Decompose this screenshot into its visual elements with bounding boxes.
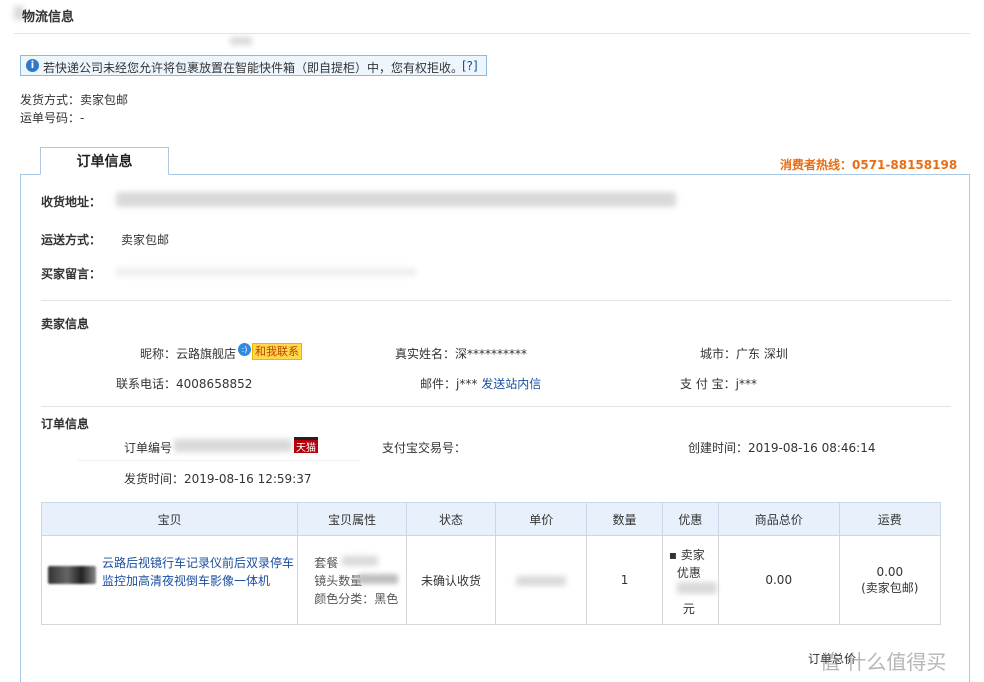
goods-table-header: 宝贝 宝贝属性 状态 单价 数量 优惠 商品总价 运费 (40, 502, 942, 536)
notice-box: i 若快递公司未经您允许将包裹放置在智能快件箱（即自提柜）中，您有权拒收。 [?… (20, 55, 487, 76)
goods-total-cell: 0.00 (717, 535, 840, 625)
created-value: 2019-08-16 08:46:14 (748, 441, 876, 455)
col-header-status: 状态 (405, 502, 497, 536)
unit-price-redaction (516, 576, 567, 586)
shipped-value: 2019-08-16 12:59:37 (184, 472, 312, 486)
waybill-value: - (80, 111, 85, 125)
created-time: 创建时间：2019-08-16 08:46:14 (688, 439, 875, 456)
seller-nickname: 昵称：云路旗舰店 (140, 345, 236, 362)
col-header-attributes: 宝贝属性 (297, 502, 407, 536)
quantity-cell: 1 (586, 535, 663, 625)
freight-cell: 0.00 (卖家包邮) (838, 535, 942, 625)
seller-realname: 真实姓名：深********** (395, 345, 527, 362)
address-label: 收货地址： (41, 195, 102, 209)
section-divider-1 (41, 300, 951, 301)
table-row: 云路后视镜行车记录仪前后双录停车监控加高清夜视倒车影像一体机 套餐 镜头数量 颜… (40, 535, 942, 625)
order-section-title: 订单信息 (41, 417, 90, 431)
attr-redaction-1 (342, 556, 379, 566)
attr-color: 颜色分类：黑色 (314, 592, 399, 606)
tmall-icon: 天猫 (294, 437, 318, 454)
shipping-label: 运送方式： (41, 233, 102, 247)
city-value: 广东 深圳 (736, 347, 788, 361)
freight-value: 0.00 (876, 564, 904, 579)
discount-line-3: 元 (682, 602, 695, 616)
col-header-unit-price: 单价 (495, 502, 588, 536)
info-icon: i (26, 59, 39, 72)
contact-seller-button[interactable]: 和我联系 (252, 343, 302, 360)
email-value: j*** (456, 377, 478, 391)
waybill-row: 运单号码：- (20, 109, 84, 126)
goods-table: 宝贝 宝贝属性 状态 单价 数量 优惠 商品总价 运费 云路后视镜行车记录仪前后… (40, 502, 942, 625)
notice-redaction (230, 37, 252, 45)
shipped-label: 发货时间： (124, 472, 185, 486)
seller-section-title: 卖家信息 (41, 317, 90, 331)
discount-redaction (676, 582, 717, 594)
unit-price-cell (495, 535, 588, 625)
col-header-goods-total: 商品总价 (717, 502, 840, 536)
realname-label: 真实姓名： (395, 347, 456, 361)
order-number-underline (78, 460, 360, 461)
ship-method-value: 卖家包邮 (80, 93, 129, 107)
phone-label: 联系电话： (116, 377, 177, 391)
discount-line-1: ▪ 卖家 (668, 548, 705, 562)
page-title: 物流信息 (22, 10, 75, 25)
buyer-message-redaction (116, 268, 416, 276)
alipay-label: 支 付 宝： (680, 377, 736, 391)
consumer-hotline: 消费者热线：0571-88158198 (780, 158, 958, 172)
product-thumbnail[interactable] (48, 566, 96, 584)
alipay-trade-label: 支付宝交易号： (382, 441, 467, 455)
discount-cell: ▪ 卖家 优惠 元 (661, 535, 719, 625)
created-label: 创建时间： (688, 441, 749, 455)
col-header-freight: 运费 (838, 502, 942, 536)
phone-value: 4008658852 (176, 377, 253, 391)
product-title-link[interactable]: 云路后视镜行车记录仪前后双录停车监控加高清夜视倒车影像一体机 (102, 554, 298, 590)
status-cell: 未确认收货 (405, 535, 497, 625)
order-number-label: 订单编号 (124, 441, 173, 455)
watermark: 值 什么值得买 (820, 650, 947, 674)
send-message-link[interactable]: 发送站内信 (481, 377, 541, 391)
wangwang-icon[interactable]: :) (238, 343, 251, 356)
seller-phone: 联系电话：4008658852 (116, 375, 252, 392)
shipping-value: 卖家包邮 (121, 233, 170, 247)
shipped-time: 发货时间：2019-08-16 12:59:37 (124, 470, 311, 487)
order-number-redaction (174, 439, 292, 452)
attr-redaction-2 (358, 574, 399, 584)
discount-line-2: 优惠 (676, 566, 701, 580)
address-redaction (116, 192, 676, 207)
waybill-label: 运单号码： (20, 111, 81, 125)
attributes-cell: 套餐 镜头数量 颜色分类：黑色 (297, 535, 407, 625)
nickname-value: 云路旗舰店 (176, 347, 237, 361)
notice-text: 若快递公司未经您允许将包裹放置在智能快件箱（即自提柜）中，您有权拒收。 (43, 61, 464, 75)
city-label: 城市： (700, 347, 737, 361)
tab-order-info[interactable]: 订单信息 (40, 147, 169, 175)
freight-note: (卖家包邮) (861, 580, 919, 595)
seller-email: 邮件：j*** 发送站内信 (420, 375, 541, 392)
alipay-value: j*** (735, 377, 757, 391)
ship-method-row: 发货方式：卖家包邮 (20, 91, 128, 108)
seller-city: 城市：广东 深圳 (700, 345, 788, 362)
col-header-quantity: 数量 (586, 502, 663, 536)
title-divider (14, 33, 970, 34)
col-header-discount: 优惠 (661, 502, 719, 536)
ship-method-label: 发货方式： (20, 93, 81, 107)
nickname-label: 昵称： (140, 347, 177, 361)
seller-alipay: 支 付 宝：j*** (680, 375, 757, 392)
col-header-item: 宝贝 (40, 502, 299, 536)
item-cell: 云路后视镜行车记录仪前后双录停车监控加高清夜视倒车影像一体机 (40, 535, 299, 625)
notice-help-link[interactable]: [?] (462, 59, 478, 73)
section-divider-2 (41, 406, 951, 407)
email-label: 邮件： (420, 377, 457, 391)
buyer-message-label: 买家留言： (41, 267, 102, 281)
realname-value: 深********** (455, 347, 528, 361)
